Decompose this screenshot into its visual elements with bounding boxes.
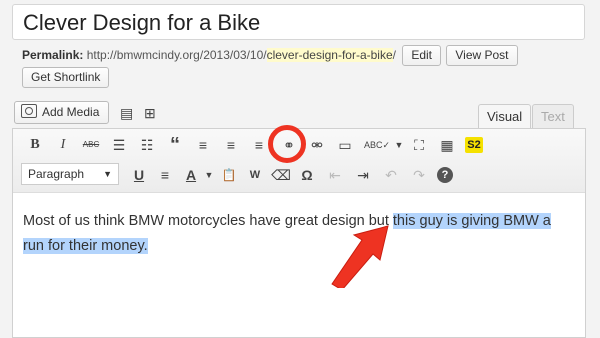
- blockquote-icon[interactable]: “: [165, 135, 185, 155]
- fullscreen-icon[interactable]: ⛶: [409, 135, 429, 155]
- help-icon[interactable]: ?: [437, 167, 453, 183]
- toolbar-toggle-icon[interactable]: ▦: [437, 135, 457, 155]
- post-title-input[interactable]: Clever Design for a Bike: [12, 4, 585, 40]
- text-color-icon[interactable]: A: [181, 165, 201, 185]
- chevron-down-icon[interactable]: ▼: [199, 165, 219, 185]
- insert-more-icon[interactable]: ▭: [335, 135, 355, 155]
- clear-formatting-icon[interactable]: ⌫: [271, 165, 291, 185]
- align-left-icon[interactable]: ≡: [193, 135, 213, 155]
- underline-icon[interactable]: U: [129, 165, 149, 185]
- indent-icon[interactable]: ⇥: [353, 165, 373, 185]
- chevron-down-icon[interactable]: ▼: [389, 135, 409, 155]
- s2-icon[interactable]: S2: [465, 137, 483, 153]
- italic-icon[interactable]: I: [53, 135, 73, 155]
- unlink-icon[interactable]: ⚮: [307, 135, 327, 155]
- get-shortlink-button[interactable]: Get Shortlink: [22, 67, 110, 88]
- editor-content[interactable]: Most of us think BMW motorcycles have gr…: [13, 193, 585, 259]
- bullet-list-icon[interactable]: ☰: [109, 135, 129, 155]
- camera-icon: [21, 104, 37, 118]
- view-post-button[interactable]: View Post: [446, 45, 518, 67]
- special-character-icon[interactable]: Ω: [297, 165, 317, 185]
- spellcheck-icon[interactable]: ABC✓: [363, 135, 391, 155]
- undo-icon[interactable]: ↶: [381, 165, 401, 185]
- insert-shortcode-icon[interactable]: ⊞: [144, 105, 156, 122]
- bold-icon[interactable]: B: [25, 135, 45, 155]
- tab-visual[interactable]: Visual: [478, 104, 532, 128]
- permalink-trailing-slash: /: [392, 48, 396, 62]
- chevron-down-icon: ▼: [103, 169, 112, 179]
- permalink-base-url: http://bmwmcindy.org/2013/03/10/: [86, 48, 267, 62]
- redo-icon[interactable]: ↷: [409, 165, 429, 185]
- editor-area: B I ABC ☰ ☷ “ ≡ ≡ ≡ ⚭ ⚮ ▭ ABC✓ ▼ ⛶ ▦ S2 …: [12, 128, 586, 338]
- permalink-row: Permalink: http://bmwmcindy.org/2013/03/…: [22, 44, 518, 67]
- align-center-icon[interactable]: ≡: [221, 135, 241, 155]
- format-select-value: Paragraph: [28, 167, 85, 181]
- add-media-label: Add Media: [42, 105, 100, 119]
- toolbar-row-2: Paragraph ▼ U ≡ A ▼ 📋 W ⌫ Ω ⇤ ⇥ ↶ ↷ ?: [13, 159, 585, 189]
- annotation-arrow: [331, 225, 389, 288]
- annotation-circle: [268, 125, 306, 163]
- paste-text-icon[interactable]: 📋: [219, 165, 239, 185]
- add-media-button[interactable]: Add Media: [14, 101, 110, 124]
- tab-text[interactable]: Text: [532, 104, 574, 128]
- format-select[interactable]: Paragraph ▼: [21, 163, 119, 185]
- paste-word-icon[interactable]: W: [245, 165, 265, 185]
- align-right-icon[interactable]: ≡: [249, 135, 269, 155]
- insert-form-icon[interactable]: ▤: [120, 105, 133, 122]
- strikethrough-icon[interactable]: ABC: [81, 135, 101, 155]
- numbered-list-icon[interactable]: ☷: [137, 135, 157, 155]
- permalink-slug[interactable]: clever-design-for-a-bike: [266, 48, 393, 62]
- permalink-label: Permalink:: [22, 48, 84, 62]
- edit-permalink-button[interactable]: Edit: [402, 45, 442, 67]
- justify-icon[interactable]: ≡: [155, 165, 175, 185]
- outdent-icon[interactable]: ⇤: [325, 165, 345, 185]
